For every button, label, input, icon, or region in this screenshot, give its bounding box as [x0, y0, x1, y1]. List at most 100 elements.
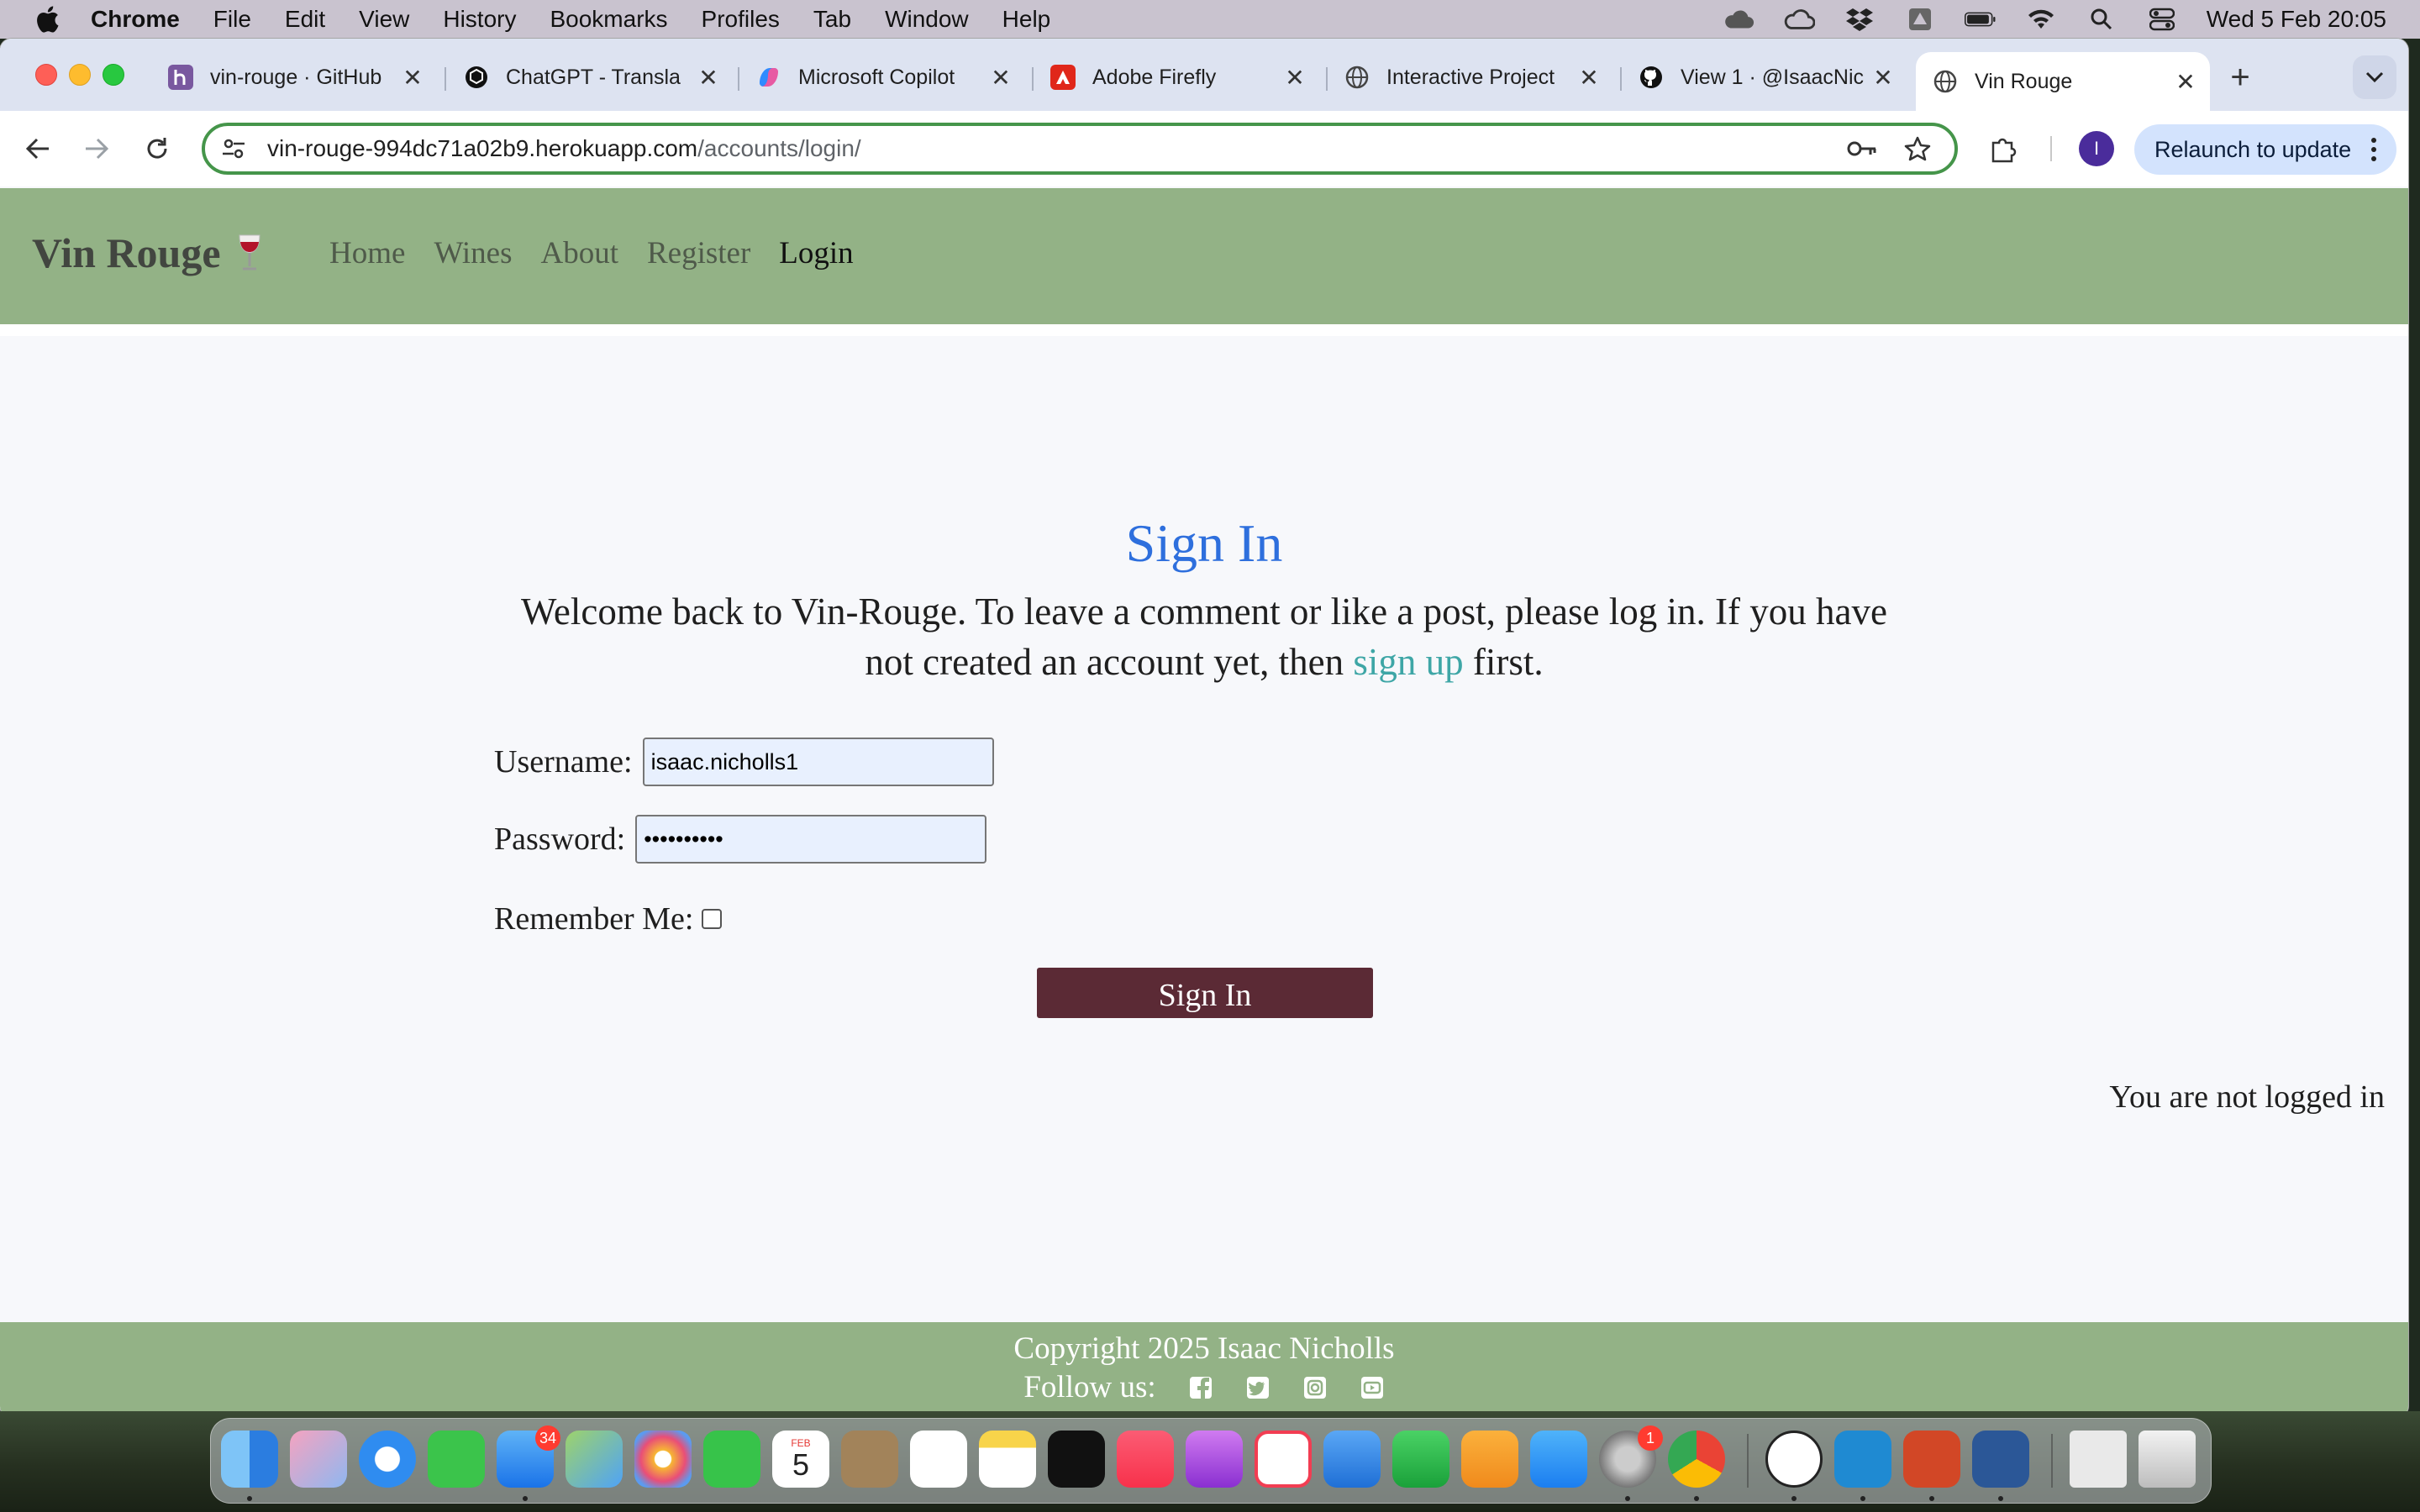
menu-profiles[interactable]: Profiles: [702, 6, 780, 33]
site-info-icon[interactable]: [217, 132, 250, 165]
maps-icon[interactable]: [566, 1431, 623, 1488]
relaunch-to-update-button[interactable]: Relaunch to update: [2134, 124, 2396, 175]
username-input[interactable]: [642, 738, 994, 786]
google-drive-icon[interactable]: [1904, 7, 1936, 32]
sign-up-link[interactable]: sign up: [1353, 641, 1463, 683]
menu-tab[interactable]: Tab: [813, 6, 851, 33]
running-indicator: [247, 1496, 252, 1501]
nav-login-link[interactable]: Login: [779, 235, 853, 271]
menu-help[interactable]: Help: [1002, 6, 1051, 33]
launchpad-icon[interactable]: [290, 1431, 347, 1488]
menu-window[interactable]: Window: [885, 6, 969, 33]
facebook-icon[interactable]: [1188, 1375, 1213, 1400]
spotlight-search-icon[interactable]: [2086, 7, 2118, 32]
password-key-icon[interactable]: [1844, 130, 1881, 167]
reminders-icon[interactable]: [910, 1431, 967, 1488]
twitter-icon[interactable]: [1245, 1375, 1270, 1400]
site-brand[interactable]: Vin Rouge: [32, 228, 266, 277]
news-icon[interactable]: [1255, 1431, 1312, 1488]
tab-adobe-firefly[interactable]: Adobe Firefly ✕: [1034, 52, 1319, 102]
vscode-icon[interactable]: [1834, 1431, 1891, 1488]
remember-me-checkbox[interactable]: [702, 909, 723, 929]
finder-icon[interactable]: [221, 1431, 278, 1488]
smiley-app-icon[interactable]: [1765, 1431, 1823, 1488]
calendar-icon[interactable]: FEB 5: [772, 1431, 829, 1488]
sign-in-button[interactable]: Sign In: [1037, 968, 1373, 1018]
safari-icon[interactable]: [359, 1431, 416, 1488]
tab-title: Vin Rouge: [1975, 69, 2073, 93]
password-input[interactable]: [635, 815, 987, 864]
tab-github-view[interactable]: View 1 · @IsaacNic ✕: [1622, 52, 1907, 102]
close-icon[interactable]: ✕: [1870, 65, 1896, 91]
apple-tv-icon[interactable]: [1048, 1431, 1105, 1488]
close-icon[interactable]: ✕: [1576, 65, 1602, 91]
window-close-button[interactable]: [35, 64, 57, 86]
nav-wines-link[interactable]: Wines: [434, 235, 512, 271]
tab-vin-rouge[interactable]: Vin Rouge ✕: [1916, 52, 2210, 111]
close-icon[interactable]: ✕: [1282, 65, 1307, 91]
pages-icon[interactable]: [1461, 1431, 1518, 1488]
control-center-icon[interactable]: [2146, 7, 2178, 32]
numbers-icon[interactable]: [1392, 1431, 1449, 1488]
mail-icon[interactable]: 34: [497, 1425, 560, 1488]
notes-icon[interactable]: [979, 1431, 1036, 1488]
facetime-icon[interactable]: [703, 1431, 760, 1488]
profile-avatar[interactable]: I: [2079, 131, 2114, 166]
chrome-icon[interactable]: [1668, 1431, 1725, 1488]
reload-button[interactable]: [138, 129, 176, 168]
instagram-icon[interactable]: [1302, 1375, 1328, 1400]
close-icon[interactable]: ✕: [988, 65, 1013, 91]
forward-button[interactable]: [77, 129, 116, 168]
wifi-icon[interactable]: [2025, 7, 2057, 32]
back-button[interactable]: [18, 129, 57, 168]
tab-chatgpt[interactable]: ChatGPT - Transla ✕: [447, 52, 733, 102]
youtube-icon[interactable]: [1360, 1375, 1385, 1400]
podcasts-icon[interactable]: [1186, 1431, 1243, 1488]
window-minimize-button[interactable]: [69, 64, 91, 86]
dock: 34 FEB 5 1: [210, 1418, 2212, 1504]
close-icon[interactable]: ✕: [400, 65, 425, 91]
cloud-sync-icon[interactable]: [1783, 7, 1815, 32]
bookmark-star-icon[interactable]: [1899, 130, 1936, 167]
extensions-puzzle-icon[interactable]: [1985, 129, 2023, 168]
menubar-clock[interactable]: Wed 5 Feb 20:05: [2207, 6, 2386, 33]
word-icon[interactable]: [1972, 1431, 2029, 1488]
footer-copyright: Copyright 2025 Isaac Nicholls: [1013, 1331, 1395, 1366]
battery-icon[interactable]: [1964, 7, 1996, 32]
chrome-window-thumbnail-icon[interactable]: [2070, 1431, 2127, 1488]
password-label: Password:: [494, 822, 626, 857]
nav-about-link[interactable]: About: [540, 235, 618, 271]
nav-home-link[interactable]: Home: [329, 235, 405, 271]
app-store-icon[interactable]: [1530, 1431, 1587, 1488]
new-tab-button[interactable]: +: [2225, 59, 2255, 96]
menu-file[interactable]: File: [213, 6, 251, 33]
trash-icon[interactable]: [2139, 1431, 2196, 1488]
close-icon[interactable]: ✕: [696, 65, 721, 91]
menu-bookmarks[interactable]: Bookmarks: [550, 6, 667, 33]
tab-vin-rouge-github[interactable]: vin-rouge · GitHub ✕: [151, 52, 437, 102]
tab-interactive-project[interactable]: Interactive Project ✕: [1328, 52, 1613, 102]
messages-icon[interactable]: [428, 1431, 485, 1488]
address-bar[interactable]: vin-rouge-994dc71a02b9.herokuapp.com/acc…: [202, 123, 1958, 175]
contacts-icon[interactable]: [841, 1431, 898, 1488]
icloud-icon[interactable]: [1723, 7, 1754, 32]
menu-edit[interactable]: Edit: [285, 6, 325, 33]
powerpoint-icon[interactable]: [1903, 1431, 1960, 1488]
menu-app-chrome[interactable]: Chrome: [91, 6, 180, 33]
window-zoom-button[interactable]: [103, 64, 124, 86]
tab-microsoft-copilot[interactable]: Microsoft Copilot ✕: [739, 52, 1025, 102]
menu-view[interactable]: View: [359, 6, 409, 33]
globe-icon: [1344, 65, 1370, 90]
dropbox-icon[interactable]: [1844, 7, 1876, 32]
tab-search-button[interactable]: [2353, 55, 2396, 99]
menu-history[interactable]: History: [443, 6, 516, 33]
system-settings-icon[interactable]: 1: [1599, 1425, 1663, 1488]
photos-icon[interactable]: [634, 1431, 692, 1488]
url-text[interactable]: vin-rouge-994dc71a02b9.herokuapp.com/acc…: [267, 135, 1844, 162]
music-icon[interactable]: [1117, 1431, 1174, 1488]
keynote-icon[interactable]: [1323, 1431, 1381, 1488]
apple-menu-icon[interactable]: [32, 4, 62, 34]
close-icon[interactable]: ✕: [2173, 69, 2198, 95]
nav-register-link[interactable]: Register: [647, 235, 750, 271]
more-options-icon[interactable]: [2363, 133, 2385, 166]
